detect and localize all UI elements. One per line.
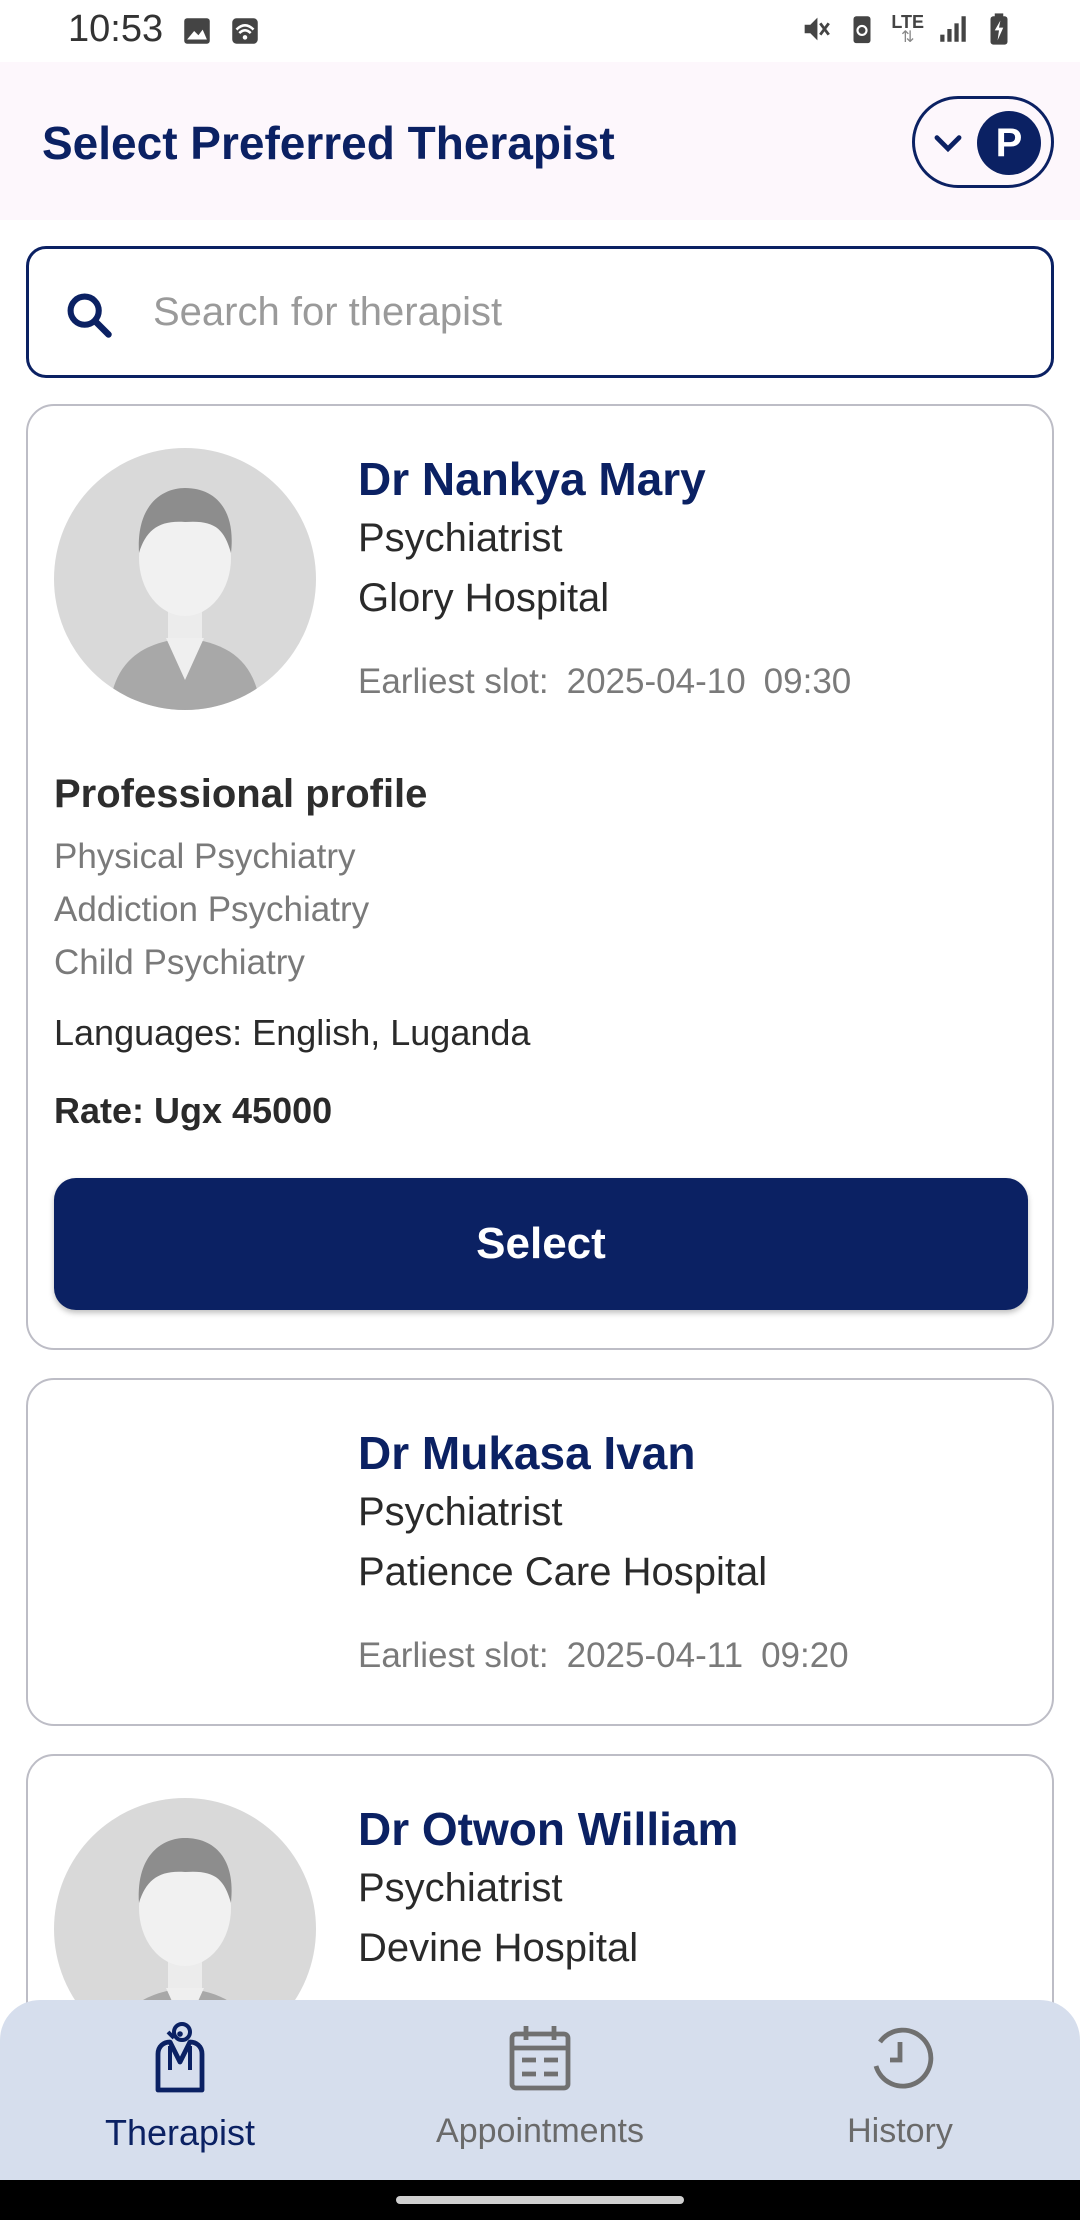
earliest-slot: Earliest slot: 2025-04-10 09:30 xyxy=(358,662,869,702)
specialty-item: Addiction Psychiatry xyxy=(54,890,370,929)
therapist-card[interactable]: Dr Mukasa Ivan Psychiatrist Patience Car… xyxy=(26,1378,1054,1726)
vibrate-mute-icon xyxy=(804,17,831,41)
specialty-item: Physical Psychiatry xyxy=(54,837,356,876)
therapist-hospital: Glory Hospital xyxy=(358,576,610,620)
home-gesture-handle[interactable] xyxy=(396,2196,684,2204)
search-icon xyxy=(67,293,112,338)
therapist-name: Dr Mukasa Ivan xyxy=(358,1427,696,1479)
therapist-photo xyxy=(54,448,316,710)
slot-time: 09:30 xyxy=(763,662,852,701)
therapist-languages: Languages: English, Luganda xyxy=(54,1012,531,1053)
calendar-icon xyxy=(509,2026,571,2091)
status-left-icons xyxy=(180,14,262,48)
person-avatar-icon xyxy=(54,448,316,710)
therapist-hospital: Devine Hospital xyxy=(358,1926,639,1970)
slot-label: Earliest slot: xyxy=(358,662,549,701)
therapist-icon xyxy=(155,2022,205,2093)
therapist-role: Psychiatrist xyxy=(358,1490,563,1534)
specialty-item: Child Psychiatry xyxy=(54,943,305,982)
therapist-hospital: Patience Care Hospital xyxy=(358,1550,768,1594)
profile-switcher-button[interactable]: P xyxy=(912,96,1054,188)
nav-item-appointments[interactable]: Appointments xyxy=(360,2000,720,2180)
slot-date: 2025-04-11 xyxy=(566,1636,744,1675)
therapist-role: Psychiatrist xyxy=(358,516,563,560)
search-bar[interactable] xyxy=(26,246,1054,378)
battery-charging-icon xyxy=(990,13,1008,45)
data-saver-icon xyxy=(853,16,871,44)
slot-time: 09:20 xyxy=(761,1636,849,1675)
professional-profile-heading: Professional profile xyxy=(54,772,428,816)
therapist-card[interactable]: Dr Nankya Mary Psychiatrist Glory Hospit… xyxy=(26,404,1054,1350)
slot-date: 2025-04-10 xyxy=(566,662,746,701)
image-icon xyxy=(184,18,210,44)
lte-icon: LTE ⇅ xyxy=(891,12,924,46)
bottom-navigation: Therapist Appointments History xyxy=(0,2000,1080,2180)
system-gesture-bar xyxy=(0,2180,1080,2220)
select-therapist-button[interactable]: Select xyxy=(54,1178,1028,1310)
nav-label: Therapist xyxy=(104,2112,256,2153)
nav-item-therapist[interactable]: Therapist xyxy=(0,2000,360,2180)
search-input[interactable] xyxy=(153,269,1013,355)
nav-label: Appointments xyxy=(436,2112,644,2150)
nav-label: History xyxy=(847,2112,953,2150)
wifi-calling-icon xyxy=(232,18,258,44)
history-clock-icon xyxy=(873,2027,934,2089)
page-title: Select Preferred Therapist xyxy=(42,117,615,169)
specialty-list: Physical Psychiatry Addiction Psychiatry… xyxy=(54,830,369,989)
earliest-slot: Earliest slot: 2025-04-11 09:20 xyxy=(358,1636,867,1676)
status-right-icons: LTE ⇅ xyxy=(799,12,1016,46)
avatar: P xyxy=(977,111,1041,175)
therapist-rate: Rate: Ugx 45000 xyxy=(54,1090,333,1131)
slot-label: Earliest slot: xyxy=(358,1636,549,1675)
therapist-name: Dr Nankya Mary xyxy=(358,453,706,505)
therapist-name: Dr Otwon William xyxy=(358,1803,739,1855)
nav-item-history[interactable]: History xyxy=(720,2000,1080,2180)
status-time: 10:53 xyxy=(68,8,164,50)
status-bar: 10:53 LTE ⇅ xyxy=(0,0,1080,62)
chevron-down-icon xyxy=(934,135,962,153)
therapist-role: Psychiatrist xyxy=(358,1866,563,1910)
signal-icon xyxy=(940,16,966,42)
app-header: Select Preferred Therapist P xyxy=(0,62,1080,220)
